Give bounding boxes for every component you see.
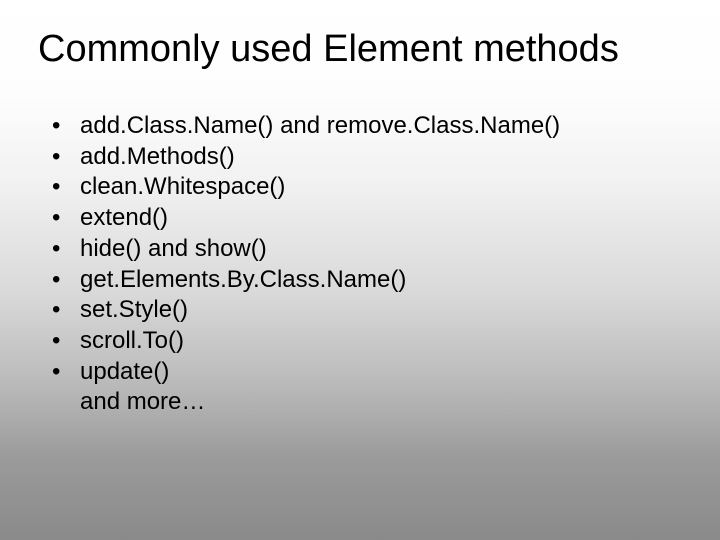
- list-item-text: add.Methods(): [80, 142, 682, 173]
- bullet-icon: •: [52, 172, 80, 203]
- bullet-list: • add.Class.Name() and remove.Class.Name…: [52, 111, 682, 418]
- bullet-icon: •: [52, 326, 80, 357]
- bullet-icon: •: [52, 142, 80, 173]
- list-item-text: and more…: [80, 387, 682, 418]
- list-item-text: clean.Whitespace(): [80, 172, 682, 203]
- list-item-text: add.Class.Name() and remove.Class.Name(): [80, 111, 682, 142]
- bullet-icon: •: [52, 111, 80, 142]
- bullet-icon: •: [52, 295, 80, 326]
- list-item-text: scroll.To(): [80, 326, 682, 357]
- list-item: • get.Elements.By.Class.Name(): [52, 265, 682, 296]
- bullet-icon: •: [52, 357, 80, 388]
- bullet-icon: •: [52, 265, 80, 296]
- slide-title: Commonly used Element methods: [38, 28, 682, 71]
- list-item: • scroll.To(): [52, 326, 682, 357]
- list-item: • add.Class.Name() and remove.Class.Name…: [52, 111, 682, 142]
- list-item: • update(): [52, 357, 682, 388]
- list-item: • add.Methods(): [52, 142, 682, 173]
- list-item-trailing: • and more…: [52, 387, 682, 418]
- list-item-text: update(): [80, 357, 682, 388]
- list-item-text: extend(): [80, 203, 682, 234]
- list-item-text: set.Style(): [80, 295, 682, 326]
- bullet-icon: •: [52, 203, 80, 234]
- slide: Commonly used Element methods • add.Clas…: [0, 0, 720, 540]
- list-item: • clean.Whitespace(): [52, 172, 682, 203]
- bullet-icon: •: [52, 234, 80, 265]
- list-item: • set.Style(): [52, 295, 682, 326]
- list-item-text: get.Elements.By.Class.Name(): [80, 265, 682, 296]
- list-item: • extend(): [52, 203, 682, 234]
- list-item-text: hide() and show(): [80, 234, 682, 265]
- list-item: • hide() and show(): [52, 234, 682, 265]
